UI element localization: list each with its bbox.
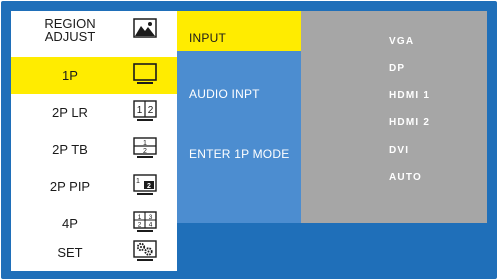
- menu-item-1p-label: 1P: [62, 68, 78, 83]
- svg-text:1: 1: [136, 178, 140, 185]
- menu-item-2p-tb[interactable]: 2P TB 1 2: [11, 131, 177, 168]
- region-adjust-header: REGION ADJUST: [11, 11, 177, 48]
- svg-text:1: 1: [143, 140, 147, 147]
- menu-item-2p-lr[interactable]: 2P LR 1 2: [11, 94, 177, 131]
- menu-item-set[interactable]: SET: [11, 234, 177, 271]
- options-panel: VGA DP HDMI 1 HDMI 2 DVI AUTO: [301, 11, 487, 223]
- menu-item-2p-lr-label: 2P LR: [52, 105, 88, 120]
- menu-item-1p[interactable]: 1P: [11, 57, 177, 94]
- region-adjust-title: REGION ADJUST: [11, 11, 129, 48]
- landscape-picture-icon: [133, 18, 157, 38]
- option-auto[interactable]: AUTO: [389, 172, 422, 183]
- submenu-enter-1p-mode[interactable]: ENTER 1P MODE: [189, 147, 289, 161]
- split-top-bottom-icon: 1 2: [133, 137, 157, 158]
- svg-text:4: 4: [149, 222, 153, 229]
- menu-item-2p-tb-label: 2P TB: [52, 142, 88, 157]
- split-left-right-icon: 1 2: [133, 100, 157, 121]
- option-hdmi-2[interactable]: HDMI 2: [389, 117, 430, 128]
- menu-item-2p-pip[interactable]: 2P PIP 1 2: [11, 168, 177, 205]
- settings-gears-icon: [133, 240, 157, 261]
- svg-text:1: 1: [137, 105, 143, 116]
- picture-in-picture-icon: 1 2: [133, 174, 157, 195]
- osd-frame: REGION ADJUST 1P 2P LR 1 2 2P TB 1 2 2P …: [1, 1, 497, 279]
- submenu-audio-input[interactable]: AUDIO INPT: [189, 87, 260, 101]
- submenu-input[interactable]: INPUT: [189, 31, 226, 45]
- region-adjust-line1: REGION: [44, 15, 96, 31]
- quad-split-icon: 1 3 2 4: [133, 211, 157, 232]
- svg-text:1: 1: [138, 214, 142, 221]
- menu-item-2p-pip-label: 2P PIP: [49, 179, 91, 194]
- option-dvi[interactable]: DVI: [389, 145, 409, 156]
- mode-sidebar: REGION ADJUST 1P 2P LR 1 2 2P TB 1 2 2P …: [11, 11, 177, 271]
- option-dp[interactable]: DP: [389, 63, 405, 74]
- region-adjust-line2: ADJUST: [44, 28, 96, 44]
- svg-text:2: 2: [147, 183, 151, 190]
- menu-item-set-label: SET: [57, 245, 83, 260]
- svg-text:2: 2: [143, 148, 147, 155]
- option-hdmi-1[interactable]: HDMI 1: [389, 90, 430, 101]
- svg-text:2: 2: [148, 105, 154, 116]
- single-monitor-icon: [133, 63, 157, 84]
- option-vga[interactable]: VGA: [389, 36, 414, 47]
- submenu-panel: INPUT AUDIO INPT ENTER 1P MODE: [177, 11, 301, 223]
- svg-text:2: 2: [138, 222, 142, 229]
- svg-text:3: 3: [149, 214, 153, 221]
